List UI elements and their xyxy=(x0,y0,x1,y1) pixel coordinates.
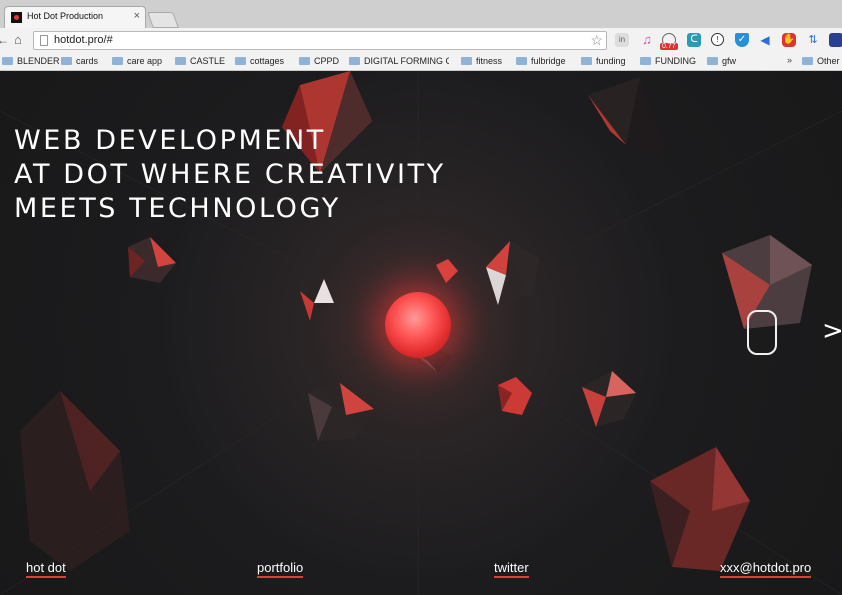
reader-icon[interactable]: in xyxy=(615,33,629,47)
bookmarks-bar: BLENDER cards care app CASTLE cottages C… xyxy=(0,53,842,71)
folder-icon xyxy=(2,56,13,65)
footer-link-email[interactable]: xxx@hotdot.pro xyxy=(720,560,812,578)
address-bar[interactable]: hotdot.pro/# ☆ xyxy=(33,31,607,50)
scroll-indicator-icon[interactable] xyxy=(747,310,777,355)
flag-icon[interactable] xyxy=(829,33,842,47)
music-icon[interactable]: ♫ xyxy=(640,33,654,47)
new-tab-button[interactable] xyxy=(147,12,179,28)
folder-icon xyxy=(299,56,310,65)
bookmark-digital-forming[interactable]: DIGITAL FORMING C xyxy=(349,55,449,68)
info-icon[interactable]: ! xyxy=(711,33,724,46)
bookmark-cottages[interactable]: cottages xyxy=(235,55,284,68)
bookmark-cppd[interactable]: CPPD xyxy=(299,55,339,68)
tab-strip: Hot Dot Production × xyxy=(0,0,842,29)
back-arrow-icon[interactable]: ← xyxy=(0,33,9,47)
translate-icon[interactable]: ⇅ xyxy=(806,33,820,47)
folder-icon xyxy=(349,56,360,65)
footer-link-hot-dot[interactable]: hot dot xyxy=(26,560,66,578)
crystal-blur-bottom-left xyxy=(20,391,130,571)
crystal-left xyxy=(128,237,176,283)
bookmark-castle[interactable]: CASTLE xyxy=(175,55,225,68)
bookmark-funding[interactable]: funding xyxy=(581,55,626,68)
bookmark-fitness[interactable]: fitness xyxy=(461,55,502,68)
hero-line-1: WEB DEVELOPMENT xyxy=(14,125,326,156)
folder-icon xyxy=(802,56,813,65)
crystal-center-right xyxy=(486,241,540,305)
footer-link-twitter[interactable]: twitter xyxy=(494,560,529,578)
bookmark-blender[interactable]: BLENDER xyxy=(2,55,60,68)
extension-badge: 0.77 xyxy=(660,43,678,50)
megaphone-icon[interactable]: ◀ xyxy=(758,33,772,47)
folder-icon xyxy=(175,56,186,65)
crystal-blur-bottom-right xyxy=(650,447,750,571)
folder-icon xyxy=(516,56,527,65)
bookmark-fulbridge[interactable]: fulbridge xyxy=(516,55,566,68)
crystal-bottom-left xyxy=(308,383,374,441)
folder-icon xyxy=(235,56,246,65)
bird-icon[interactable]: ᑕ xyxy=(687,33,701,47)
bookmark-other[interactable]: Other xyxy=(802,55,840,68)
page-icon xyxy=(40,35,48,46)
glowing-red-orb xyxy=(385,292,451,358)
bookmark-star-icon[interactable]: ☆ xyxy=(590,32,603,49)
hero-headline: WEB DEVELOPMENT AT DOT WHERE CREATIVITY … xyxy=(14,124,446,226)
shield-icon[interactable]: ✓ xyxy=(735,33,749,47)
bookmark-funding-caps[interactable]: FUNDING xyxy=(640,55,696,68)
footer-link-portfolio[interactable]: portfolio xyxy=(257,560,304,578)
next-slide-arrow[interactable]: > xyxy=(822,317,842,345)
bookmark-care-app[interactable]: care app xyxy=(112,55,162,68)
crystal-bottom-right xyxy=(582,371,636,427)
crystal-small-center xyxy=(436,259,458,283)
page-viewport: WEB DEVELOPMENT AT DOT WHERE CREATIVITY … xyxy=(0,71,842,595)
folder-icon xyxy=(707,56,718,65)
tab-title: Hot Dot Production xyxy=(27,11,104,21)
hotdot-favicon-icon xyxy=(11,12,22,23)
folder-icon xyxy=(640,56,651,65)
bookmarks-overflow-icon[interactable]: » xyxy=(787,55,792,65)
folder-icon xyxy=(61,56,72,65)
hero-line-2: AT DOT WHERE CREATIVITY xyxy=(14,159,446,190)
crystal-mid-left xyxy=(300,279,334,321)
crystal-top-right xyxy=(588,77,668,155)
bookmark-cards[interactable]: cards xyxy=(61,55,98,68)
folder-icon xyxy=(112,56,123,65)
browser-toolbar: ← ⌂ hotdot.pro/# ☆ in ♫ 0.77 ᑕ ! ✓ ◀ ✋ ⇅ xyxy=(0,28,842,53)
url-text[interactable]: hotdot.pro/# xyxy=(54,34,113,46)
bookmark-gfw[interactable]: gfw xyxy=(707,55,736,68)
folder-icon xyxy=(461,56,472,65)
home-icon[interactable]: ⌂ xyxy=(14,32,22,47)
browser-tab[interactable]: Hot Dot Production × xyxy=(4,6,146,28)
folder-icon xyxy=(581,56,592,65)
adblock-icon[interactable]: ✋ xyxy=(782,33,796,47)
hero-line-3: MEETS TECHNOLOGY xyxy=(14,193,341,224)
crystal-bottom-center xyxy=(498,377,532,415)
tab-close-icon[interactable]: × xyxy=(134,10,140,22)
